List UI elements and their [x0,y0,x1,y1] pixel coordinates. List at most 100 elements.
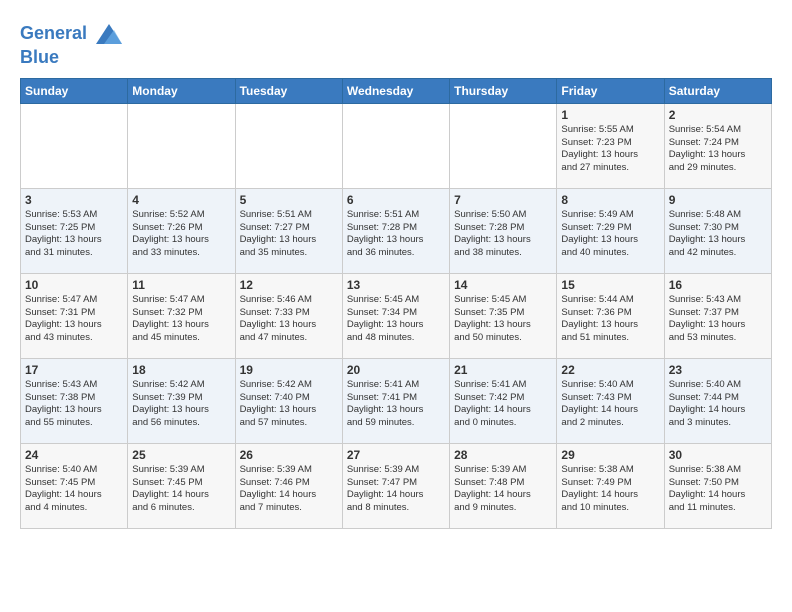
calendar-cell: 14 Sunrise: 5:45 AM Sunset: 7:35 PM Dayli… [450,273,557,358]
day-info: Sunrise: 5:41 AM Sunset: 7:41 PM Dayligh… [347,379,445,430]
day-info: Sunrise: 5:42 AM Sunset: 7:39 PM Dayligh… [132,379,230,430]
day-info: Sunrise: 5:53 AM Sunset: 7:25 PM Dayligh… [25,209,123,260]
day-number: 17 [25,363,123,377]
weekday-header-wednesday: Wednesday [342,78,449,103]
weekday-header-monday: Monday [128,78,235,103]
day-info: Sunrise: 5:47 AM Sunset: 7:31 PM Dayligh… [25,294,123,345]
day-info: Sunrise: 5:38 AM Sunset: 7:50 PM Dayligh… [669,464,767,515]
calendar-cell: 11 Sunrise: 5:47 AM Sunset: 7:32 PM Dayli… [128,273,235,358]
weekday-header-sunday: Sunday [21,78,128,103]
day-info: Sunrise: 5:41 AM Sunset: 7:42 PM Dayligh… [454,379,552,430]
day-number: 11 [132,278,230,292]
day-number: 25 [132,448,230,462]
day-number: 19 [240,363,338,377]
calendar-cell: 26 Sunrise: 5:39 AM Sunset: 7:46 PM Dayli… [235,443,342,528]
day-number: 12 [240,278,338,292]
calendar-cell: 24Sunrise: 5:40 AM Sunset: 7:45 PM Dayli… [21,443,128,528]
day-info: Sunrise: 5:40 AM Sunset: 7:45 PM Dayligh… [25,464,123,515]
calendar-cell: 8 Sunrise: 5:49 AM Sunset: 7:29 PM Daylig… [557,188,664,273]
calendar-cell: 18 Sunrise: 5:42 AM Sunset: 7:39 PM Dayli… [128,358,235,443]
day-number: 9 [669,193,767,207]
calendar-cell [21,103,128,188]
day-info: Sunrise: 5:43 AM Sunset: 7:37 PM Dayligh… [669,294,767,345]
calendar-cell: 10 Sunrise: 5:47 AM Sunset: 7:31 PM Dayli… [21,273,128,358]
day-info: Sunrise: 5:38 AM Sunset: 7:49 PM Dayligh… [561,464,659,515]
day-number: 14 [454,278,552,292]
calendar-cell: 23 Sunrise: 5:40 AM Sunset: 7:44 PM Dayli… [664,358,771,443]
calendar-cell [235,103,342,188]
day-info: Sunrise: 5:54 AM Sunset: 7:24 PM Dayligh… [669,124,767,175]
day-number: 20 [347,363,445,377]
day-info: Sunrise: 5:39 AM Sunset: 7:45 PM Dayligh… [132,464,230,515]
day-info: Sunrise: 5:45 AM Sunset: 7:34 PM Dayligh… [347,294,445,345]
day-number: 18 [132,363,230,377]
calendar-cell [450,103,557,188]
calendar-cell [128,103,235,188]
day-info: Sunrise: 5:48 AM Sunset: 7:30 PM Dayligh… [669,209,767,260]
calendar-cell [342,103,449,188]
calendar-cell: 25 Sunrise: 5:39 AM Sunset: 7:45 PM Dayli… [128,443,235,528]
day-number: 16 [669,278,767,292]
day-number: 22 [561,363,659,377]
day-number: 5 [240,193,338,207]
calendar-cell: 29Sunrise: 5:38 AM Sunset: 7:49 PM Dayli… [557,443,664,528]
day-info: Sunrise: 5:50 AM Sunset: 7:28 PM Dayligh… [454,209,552,260]
calendar-cell: 9 Sunrise: 5:48 AM Sunset: 7:30 PM Daylig… [664,188,771,273]
day-info: Sunrise: 5:51 AM Sunset: 7:27 PM Dayligh… [240,209,338,260]
logo-blue: Blue [20,48,124,68]
day-number: 30 [669,448,767,462]
day-number: 13 [347,278,445,292]
calendar-cell: 5 Sunrise: 5:51 AM Sunset: 7:27 PM Daylig… [235,188,342,273]
day-info: Sunrise: 5:42 AM Sunset: 7:40 PM Dayligh… [240,379,338,430]
day-info: Sunrise: 5:39 AM Sunset: 7:46 PM Dayligh… [240,464,338,515]
day-info: Sunrise: 5:39 AM Sunset: 7:47 PM Dayligh… [347,464,445,515]
calendar-cell: 22 Sunrise: 5:40 AM Sunset: 7:43 PM Dayli… [557,358,664,443]
day-number: 1 [561,108,659,122]
calendar-cell: 15Sunrise: 5:44 AM Sunset: 7:36 PM Dayli… [557,273,664,358]
day-info: Sunrise: 5:51 AM Sunset: 7:28 PM Dayligh… [347,209,445,260]
calendar-cell: 3 Sunrise: 5:53 AM Sunset: 7:25 PM Daylig… [21,188,128,273]
day-number: 4 [132,193,230,207]
calendar-cell: 19 Sunrise: 5:42 AM Sunset: 7:40 PM Dayli… [235,358,342,443]
day-info: Sunrise: 5:47 AM Sunset: 7:32 PM Dayligh… [132,294,230,345]
day-info: Sunrise: 5:46 AM Sunset: 7:33 PM Dayligh… [240,294,338,345]
calendar-cell: 2 Sunrise: 5:54 AM Sunset: 7:24 PM Daylig… [664,103,771,188]
day-number: 26 [240,448,338,462]
day-info: Sunrise: 5:55 AM Sunset: 7:23 PM Dayligh… [561,124,659,175]
day-info: Sunrise: 5:40 AM Sunset: 7:44 PM Dayligh… [669,379,767,430]
logo: General Blue [20,20,124,68]
day-number: 2 [669,108,767,122]
page-header: General Blue [20,20,772,68]
calendar-cell: 6 Sunrise: 5:51 AM Sunset: 7:28 PM Daylig… [342,188,449,273]
calendar-cell: 28 Sunrise: 5:39 AM Sunset: 7:48 PM Dayli… [450,443,557,528]
calendar-cell: 16 Sunrise: 5:43 AM Sunset: 7:37 PM Dayli… [664,273,771,358]
day-info: Sunrise: 5:43 AM Sunset: 7:38 PM Dayligh… [25,379,123,430]
day-number: 8 [561,193,659,207]
day-info: Sunrise: 5:40 AM Sunset: 7:43 PM Dayligh… [561,379,659,430]
calendar-table: SundayMondayTuesdayWednesdayThursdayFrid… [20,78,772,529]
day-number: 7 [454,193,552,207]
day-number: 10 [25,278,123,292]
day-info: Sunrise: 5:45 AM Sunset: 7:35 PM Dayligh… [454,294,552,345]
day-number: 23 [669,363,767,377]
calendar-cell: 20 Sunrise: 5:41 AM Sunset: 7:41 PM Dayli… [342,358,449,443]
day-number: 3 [25,193,123,207]
day-number: 6 [347,193,445,207]
calendar-cell: 7 Sunrise: 5:50 AM Sunset: 7:28 PM Daylig… [450,188,557,273]
calendar-cell: 1 Sunrise: 5:55 AM Sunset: 7:23 PM Daylig… [557,103,664,188]
weekday-header-thursday: Thursday [450,78,557,103]
day-info: Sunrise: 5:39 AM Sunset: 7:48 PM Dayligh… [454,464,552,515]
calendar-cell: 30 Sunrise: 5:38 AM Sunset: 7:50 PM Dayli… [664,443,771,528]
day-number: 28 [454,448,552,462]
calendar-cell: 13 Sunrise: 5:45 AM Sunset: 7:34 PM Dayli… [342,273,449,358]
weekday-header-friday: Friday [557,78,664,103]
day-number: 21 [454,363,552,377]
calendar-cell: 4 Sunrise: 5:52 AM Sunset: 7:26 PM Daylig… [128,188,235,273]
calendar-cell: 21 Sunrise: 5:41 AM Sunset: 7:42 PM Dayli… [450,358,557,443]
day-info: Sunrise: 5:52 AM Sunset: 7:26 PM Dayligh… [132,209,230,260]
day-info: Sunrise: 5:49 AM Sunset: 7:29 PM Dayligh… [561,209,659,260]
day-number: 15 [561,278,659,292]
logo-text: General [20,20,124,48]
weekday-header-tuesday: Tuesday [235,78,342,103]
calendar-cell: 17 Sunrise: 5:43 AM Sunset: 7:38 PM Dayli… [21,358,128,443]
